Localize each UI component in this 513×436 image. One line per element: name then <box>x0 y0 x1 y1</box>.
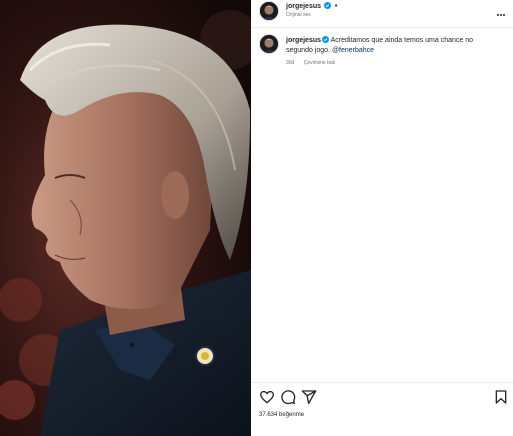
username-link[interactable]: jorgejesus <box>286 3 321 10</box>
post-time: 30d <box>286 60 295 66</box>
separator-dot: • <box>334 3 338 10</box>
more-options-icon[interactable] <box>497 3 507 16</box>
header-divider <box>251 27 513 28</box>
avatar-image <box>260 35 278 53</box>
heart-icon[interactable] <box>259 389 275 405</box>
likes-count[interactable]: 37.634 beğenme <box>259 412 304 418</box>
verified-badge-icon <box>322 36 330 43</box>
post-media[interactable] <box>0 0 251 436</box>
post-header: jorgejesus • Orijinal ses <box>251 0 513 25</box>
bookmark-icon[interactable] <box>493 389 509 405</box>
comment-username-link[interactable]: jorgejesus <box>286 37 321 44</box>
send-icon[interactable] <box>301 389 317 405</box>
header-username-row: jorgejesus • <box>286 2 337 10</box>
avatar[interactable] <box>259 1 279 21</box>
action-bar <box>251 389 513 405</box>
caption-meta: 30d Çevirisine bak <box>286 60 335 66</box>
verified-badge-icon <box>323 2 331 9</box>
comment-icon[interactable] <box>280 389 296 405</box>
avatar-image <box>260 2 278 20</box>
mention-link[interactable]: @fenerbahce <box>332 47 374 54</box>
actions-divider <box>251 382 513 383</box>
post-details-panel: jorgejesus • Orijinal ses jorgejesus Acr… <box>251 0 513 436</box>
original-audio-link[interactable]: Orijinal ses <box>286 12 311 18</box>
see-translation-link[interactable]: Çevirisine bak <box>304 60 335 66</box>
avatar[interactable] <box>259 34 279 54</box>
post-photo <box>0 0 251 436</box>
caption-text: jorgejesus Acreditamos que ainda temos u… <box>286 36 501 56</box>
